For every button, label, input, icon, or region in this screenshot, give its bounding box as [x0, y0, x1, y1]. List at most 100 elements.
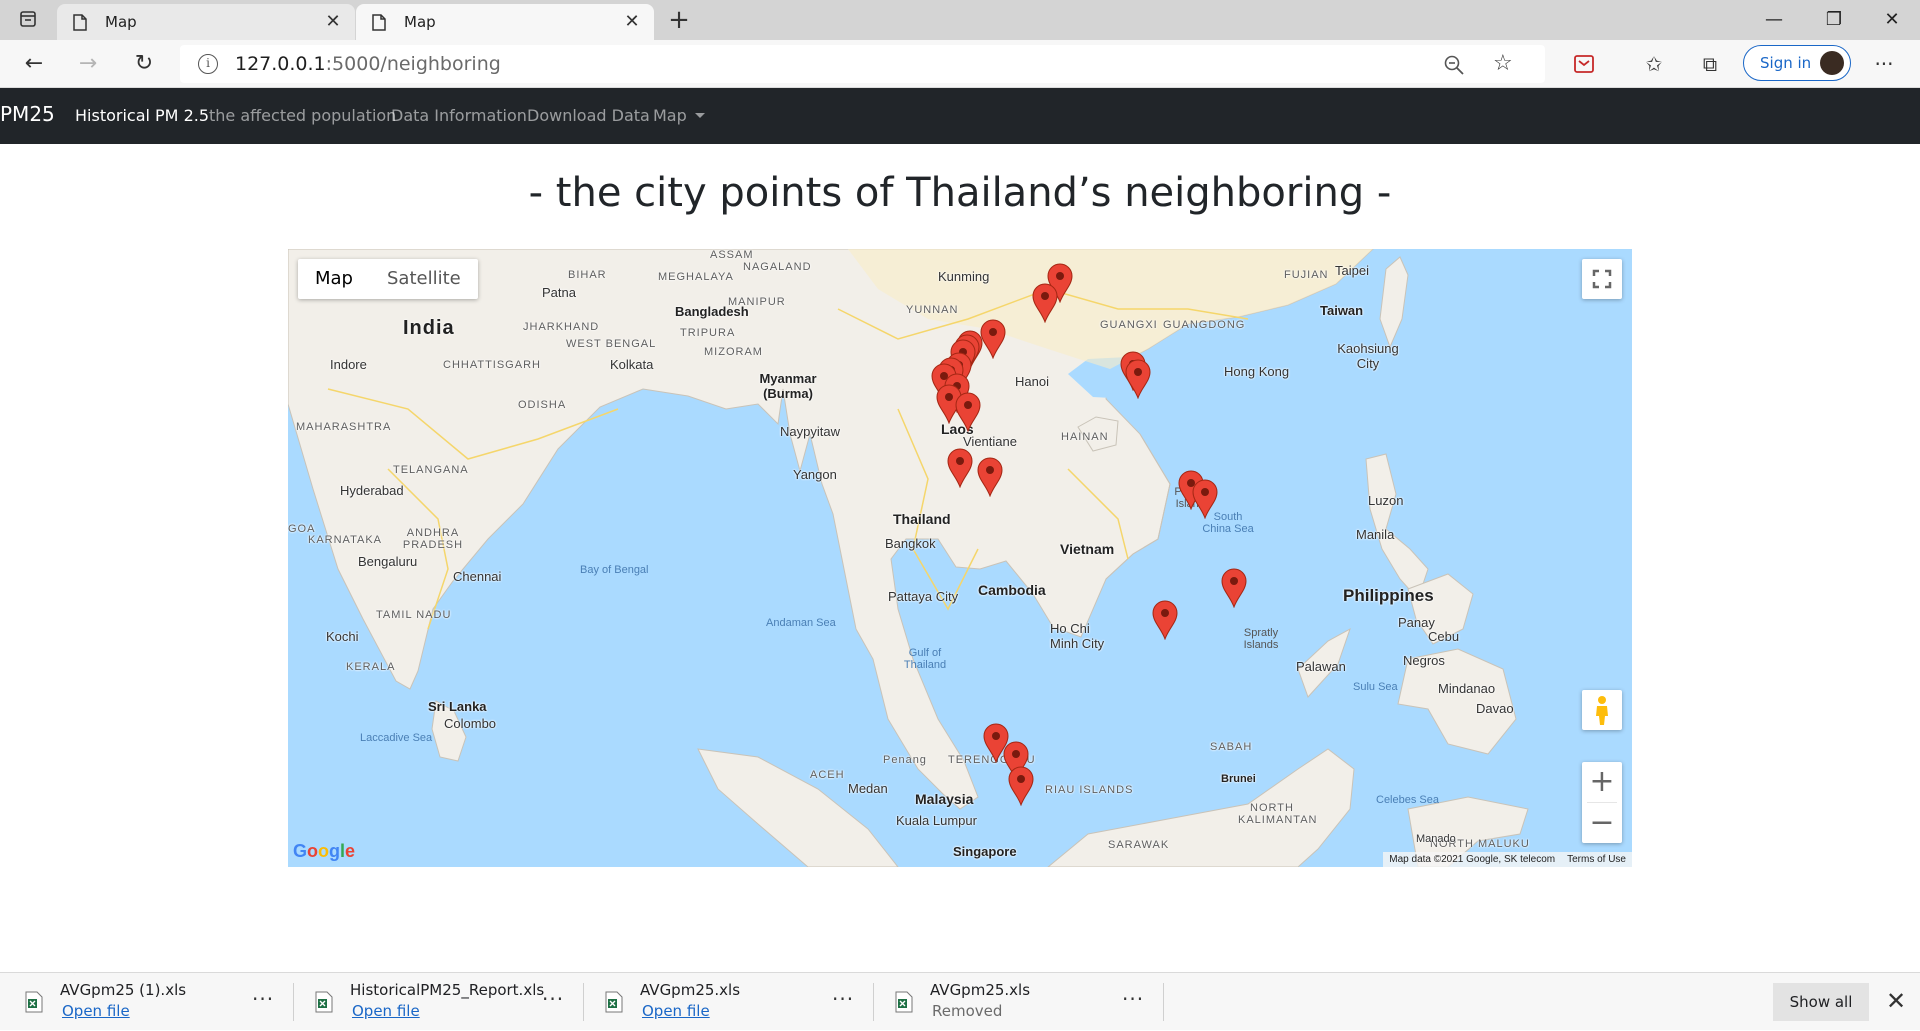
map-label-region: ACEH: [810, 769, 845, 781]
open-file-link[interactable]: Open file: [62, 1002, 130, 1020]
map-label-region: FUJIAN: [1284, 269, 1329, 281]
map-label-city: Colombo: [444, 716, 497, 731]
map-label-water: Laccadive Sea: [360, 732, 433, 744]
google-logo-letter: G: [293, 841, 308, 861]
city-marker-pin-icon[interactable]: [1191, 479, 1219, 520]
map-label-region: KERALA: [346, 661, 396, 673]
map-label-city: Kochi: [326, 629, 359, 644]
more-options-icon[interactable]: ···: [542, 987, 564, 1011]
city-marker-pin-icon[interactable]: [976, 457, 1004, 498]
download-item[interactable]: AVGpm25 (1).xls Open file ···: [0, 973, 290, 1031]
download-item[interactable]: AVGpm25.xls Removed ···: [870, 973, 1160, 1031]
close-icon[interactable]: ✕: [323, 12, 343, 32]
excel-file-icon: [25, 991, 43, 1013]
map-type-map-button[interactable]: Map: [298, 259, 370, 299]
close-icon[interactable]: ✕: [622, 12, 642, 32]
pegman-icon: [1596, 696, 1608, 725]
zoom-out-icon[interactable]: [1443, 54, 1465, 76]
more-options-icon[interactable]: ···: [1122, 987, 1144, 1011]
map-type-satellite-button[interactable]: Satellite: [370, 259, 478, 299]
map-label-city: Naypyitaw: [780, 424, 840, 439]
nav-link-historical-pm25[interactable]: Historical PM 2.5: [75, 106, 209, 125]
add-favorite-icon[interactable]: ☆: [1493, 52, 1517, 76]
download-item[interactable]: HistoricalPM25_Report.xls Open file ···: [290, 973, 580, 1031]
url-text[interactable]: 127.0.0.1:5000/neighboring: [235, 53, 501, 75]
map-label-country: Thailand: [893, 511, 951, 527]
zoom-out-button[interactable]: −: [1582, 803, 1622, 843]
avatar: [1820, 51, 1844, 75]
map-label-region: ODISHA: [518, 399, 567, 411]
download-filename: AVGpm25 (1).xls: [60, 981, 187, 999]
zoom-in-button[interactable]: +: [1582, 762, 1622, 802]
show-all-button[interactable]: Show all: [1773, 983, 1869, 1021]
city-marker-pin-icon[interactable]: [1124, 359, 1152, 400]
favorites-icon[interactable]: ✩: [1640, 50, 1668, 78]
tab-actions-icon[interactable]: [14, 8, 42, 32]
map-label-water: Gulf of Thailand: [903, 647, 947, 671]
open-file-link[interactable]: Open file: [642, 1002, 710, 1020]
browser-tab-active[interactable]: Map ✕: [356, 4, 654, 40]
minimize-icon[interactable]: —: [1752, 4, 1796, 36]
forward-icon[interactable]: →: [72, 48, 104, 80]
map-label-region: SABAH: [1210, 741, 1253, 753]
more-options-icon[interactable]: ···: [832, 987, 854, 1011]
street-view-pegman[interactable]: [1582, 690, 1622, 730]
download-filename: HistoricalPM25_Report.xls: [350, 981, 545, 999]
map-label-city: Bangkok: [885, 536, 936, 551]
plus-icon[interactable]: +: [665, 6, 693, 34]
google-logo-letter: g: [329, 841, 341, 861]
navbar-brand[interactable]: PM25: [0, 102, 55, 126]
open-file-link[interactable]: Open file: [352, 1002, 420, 1020]
map-label-region: MANIPUR: [728, 296, 786, 308]
terms-of-use-link[interactable]: Terms of Use: [1567, 854, 1626, 865]
map-label-region: HAINAN: [1061, 431, 1109, 443]
nav-link-affected-population[interactable]: the affected population: [209, 106, 396, 125]
close-icon[interactable]: ✕: [1870, 4, 1914, 36]
nav-link-download-data[interactable]: Download Data: [527, 106, 650, 125]
city-marker-pin-icon[interactable]: [1031, 283, 1059, 324]
info-icon[interactable]: i: [198, 54, 218, 74]
browser-tab[interactable]: Map ✕: [57, 4, 355, 40]
map-label-city: Hyderabad: [340, 483, 404, 498]
download-item[interactable]: AVGpm25.xls Open file ···: [580, 973, 870, 1031]
nav-link-map-dropdown[interactable]: Map: [653, 106, 705, 125]
nav-link-data-information[interactable]: Data Information: [391, 106, 527, 125]
more-options-icon[interactable]: ···: [252, 987, 274, 1011]
map-label-city: Cebu: [1428, 629, 1460, 644]
close-icon[interactable]: ✕: [1882, 987, 1910, 1015]
restore-icon[interactable]: ❐: [1812, 4, 1856, 36]
map-label-country: Cambodia: [978, 582, 1046, 598]
map-label-region: MAHARASHTRA: [296, 421, 392, 433]
city-marker-pin-icon[interactable]: [946, 448, 974, 489]
city-marker-pin-icon[interactable]: [1151, 600, 1179, 641]
map-label-city: Taipei: [1335, 263, 1369, 278]
map-canvas[interactable]: India Bangladesh Myanmar (Burma) Laos Th…: [288, 249, 1632, 867]
refresh-icon[interactable]: ↻: [128, 48, 160, 80]
page-title: - the city points of Thailand’s neighbor…: [528, 170, 1392, 216]
map-label-city: Manado: [1416, 833, 1456, 845]
fullscreen-button[interactable]: [1582, 259, 1622, 299]
address-bar[interactable]: i 127.0.0.1:5000/neighboring ☆: [180, 45, 1545, 83]
google-logo[interactable]: Google: [293, 841, 355, 862]
city-marker-pin-icon[interactable]: [954, 392, 982, 433]
back-icon[interactable]: ←: [18, 48, 50, 80]
map-label-city: Patna: [542, 285, 576, 300]
map-label-city: Kuala Lumpur: [896, 813, 977, 828]
city-marker-pin-icon[interactable]: [1220, 568, 1248, 609]
google-logo-letter: e: [345, 841, 356, 861]
map-label-city: Pattaya City: [888, 589, 959, 604]
city-marker-pin-icon[interactable]: [1007, 766, 1035, 807]
map-label-city: Hanoi: [1015, 374, 1049, 389]
collections-icon[interactable]: ⧉: [1696, 50, 1724, 78]
map-label-country: Taiwan: [1320, 303, 1364, 318]
map-label-region: TAMIL NADU: [376, 609, 452, 621]
google-logo-letter: o: [318, 841, 330, 861]
map-label-city: Bengaluru: [358, 554, 418, 569]
caret-down-icon: [694, 113, 705, 118]
sign-in-button[interactable]: Sign in: [1743, 45, 1851, 81]
map-label-city: Mindanao: [1438, 681, 1496, 696]
extension-icon[interactable]: [1570, 50, 1598, 78]
map-label-region: NAGALAND: [743, 261, 812, 273]
tab-title: Map: [105, 13, 137, 31]
more-icon[interactable]: ···: [1870, 50, 1898, 78]
